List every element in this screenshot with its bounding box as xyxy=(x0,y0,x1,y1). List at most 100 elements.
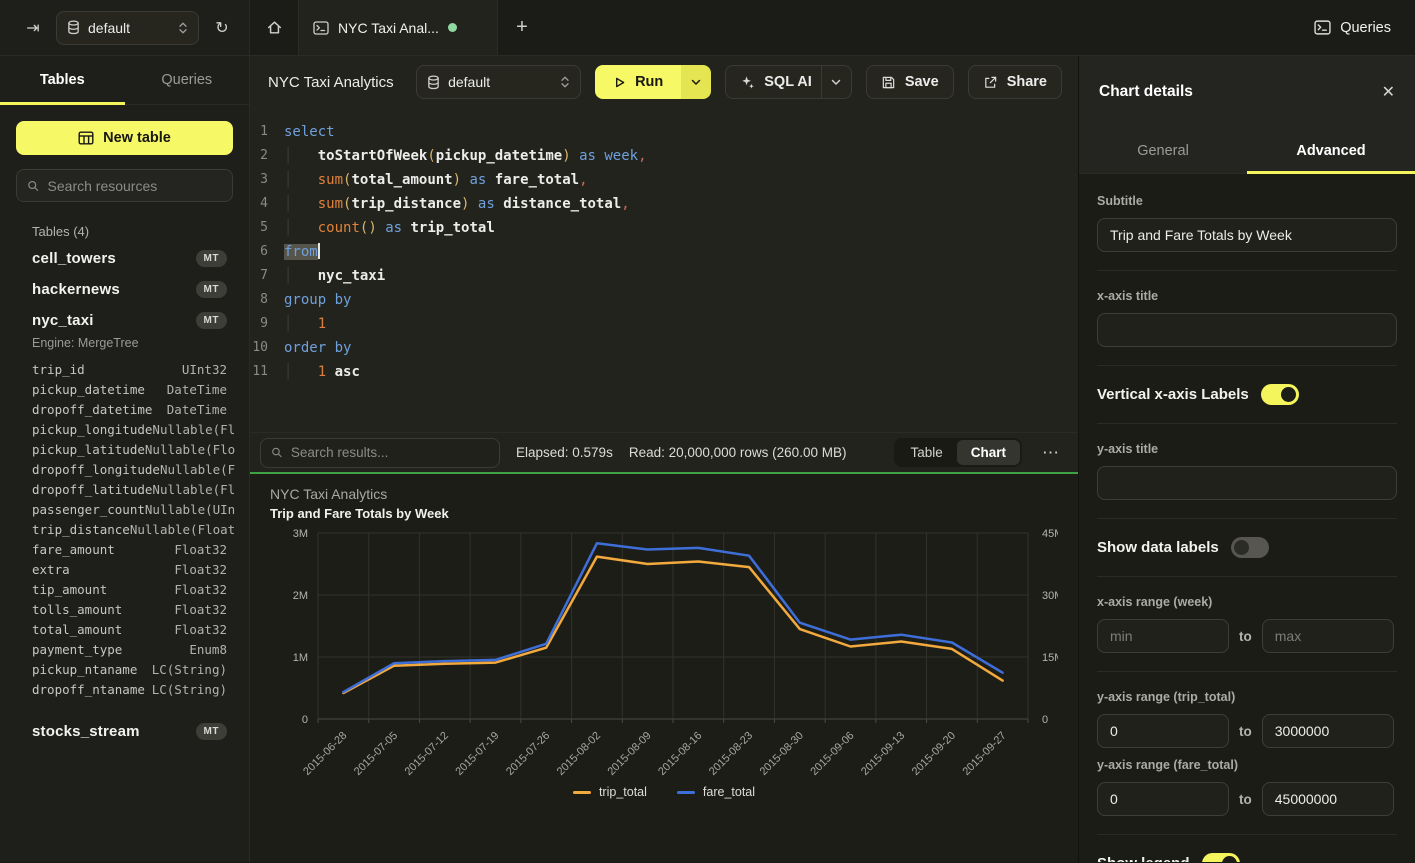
svg-text:15M: 15M xyxy=(1042,652,1058,664)
y-range-fare-min-input[interactable] xyxy=(1097,782,1229,816)
sidebar-tab-queries[interactable]: Queries xyxy=(125,56,250,104)
tab-strip: NYC Taxi Anal... + xyxy=(250,0,1290,55)
column-type: Float32 xyxy=(174,600,227,620)
queries-label: Queries xyxy=(1340,20,1391,36)
code-line[interactable]: 3│ sum(total_amount) as fare_total, xyxy=(250,168,1078,192)
column-name: tolls_amount xyxy=(32,600,122,620)
refresh-icon[interactable]: ↻ xyxy=(209,15,235,41)
sql-ai-button[interactable]: SQL AI xyxy=(725,65,852,99)
sidebar-tab-tables[interactable]: Tables xyxy=(0,56,125,104)
code-line[interactable]: 6from xyxy=(250,240,1078,264)
resources-search[interactable] xyxy=(16,169,233,202)
queries-button[interactable]: Queries xyxy=(1314,20,1391,36)
code-line[interactable]: 5│ count() as trip_total xyxy=(250,216,1078,240)
resources-search-input[interactable] xyxy=(48,178,222,194)
x-range-max-input[interactable] xyxy=(1262,619,1394,653)
top-bar: ⇥ default ↻ NYC Taxi Anal... + Queries xyxy=(0,0,1415,56)
database-icon xyxy=(427,75,440,90)
show-data-labels-toggle[interactable] xyxy=(1231,537,1269,558)
share-icon xyxy=(983,75,998,90)
code-line[interactable]: 8group by xyxy=(250,288,1078,312)
code-content: │ 1 xyxy=(284,312,326,336)
collapse-sidebar-icon[interactable]: ⇥ xyxy=(20,15,46,41)
tab-general[interactable]: General xyxy=(1079,128,1247,173)
toolbar-database-selector[interactable]: default xyxy=(416,65,581,99)
subtitle-input[interactable] xyxy=(1097,218,1397,252)
line-number: 4 xyxy=(250,192,284,216)
y-range-fare-max-input[interactable] xyxy=(1262,782,1394,816)
code-line[interactable]: 2│ toStartOfWeek(pickup_datetime) as wee… xyxy=(250,144,1078,168)
topbar-database-selector[interactable]: default xyxy=(56,11,199,45)
legend-label: trip_total xyxy=(599,785,647,799)
code-content: group by xyxy=(284,288,351,312)
left-sidebar: Tables Queries New table Tables (4) cell… xyxy=(0,56,250,862)
sql-ai-dropdown-caret[interactable] xyxy=(821,66,851,98)
results-search-input[interactable] xyxy=(291,445,489,460)
show-legend-toggle[interactable] xyxy=(1202,853,1240,862)
share-button[interactable]: Share xyxy=(968,65,1062,99)
save-button[interactable]: Save xyxy=(866,65,954,99)
svg-text:2015-09-20: 2015-09-20 xyxy=(910,730,958,778)
text-cursor xyxy=(318,243,320,259)
results-bar: Elapsed: 0.579s Read: 20,000,000 rows (2… xyxy=(250,432,1078,472)
code-line[interactable]: 9│ 1 xyxy=(250,312,1078,336)
view-toggle-chart[interactable]: Chart xyxy=(957,440,1020,465)
line-number: 5 xyxy=(250,216,284,240)
legend-item[interactable]: fare_total xyxy=(677,785,755,799)
code-line[interactable]: 4│ sum(trip_distance) as distance_total, xyxy=(250,192,1078,216)
show-legend-label: Show legend xyxy=(1097,855,1190,862)
sql-editor[interactable]: 1select2│ toStartOfWeek(pickup_datetime)… xyxy=(250,108,1078,432)
new-table-button[interactable]: New table xyxy=(16,121,233,155)
table-name: hackernews xyxy=(32,281,120,298)
x-axis-title-input[interactable] xyxy=(1097,313,1397,347)
tab-nyc-taxi-analytics[interactable]: NYC Taxi Anal... xyxy=(298,0,498,55)
elapsed-stat: Elapsed: 0.579s xyxy=(516,445,613,460)
y-axis-title-label: y-axis title xyxy=(1097,442,1397,456)
y-range-trip-max-input[interactable] xyxy=(1262,714,1394,748)
vertical-x-axis-labels-toggle[interactable] xyxy=(1261,384,1299,405)
table-column-row: tip_amountFloat32 xyxy=(32,580,227,600)
sidebar-item-cell-towers[interactable]: cell_towers MT xyxy=(16,243,233,274)
tab-advanced[interactable]: Advanced xyxy=(1247,128,1415,173)
sidebar-item-nyc-taxi[interactable]: nyc_taxi MT xyxy=(16,305,233,336)
results-search[interactable] xyxy=(260,438,500,468)
svg-text:2015-08-16: 2015-08-16 xyxy=(656,730,704,778)
code-content: │ count() as trip_total xyxy=(284,216,495,240)
run-dropdown-caret[interactable] xyxy=(681,65,711,99)
sidebar-item-stocks-stream[interactable]: stocks_stream MT xyxy=(16,716,233,747)
run-button-main[interactable]: Run xyxy=(595,65,681,99)
panel-tabs: General Advanced xyxy=(1079,128,1415,174)
home-tab[interactable] xyxy=(250,0,298,55)
code-line[interactable]: 1select xyxy=(250,120,1078,144)
legend-swatch xyxy=(677,791,695,794)
x-range-min-input[interactable] xyxy=(1097,619,1229,653)
y-range-trip-min-input[interactable] xyxy=(1097,714,1229,748)
close-icon[interactable]: ✕ xyxy=(1382,82,1395,102)
column-name: passenger_count xyxy=(32,500,145,520)
range-to-label: to xyxy=(1239,724,1252,739)
column-type: Nullable(Fl xyxy=(152,480,235,500)
code-line[interactable]: 11│ 1 asc xyxy=(250,360,1078,384)
table-name: stocks_stream xyxy=(32,723,140,740)
run-button[interactable]: Run xyxy=(595,65,711,99)
subtitle-label: Subtitle xyxy=(1097,194,1397,208)
new-tab-button[interactable]: + xyxy=(498,0,546,55)
more-options-icon[interactable]: ⋯ xyxy=(1038,443,1064,463)
line-chart[interactable]: 3M2M1M045M30M15M02015-06-282015-07-05201… xyxy=(270,521,1058,783)
legend-item[interactable]: trip_total xyxy=(573,785,647,799)
sidebar-item-hackernews[interactable]: hackernews MT xyxy=(16,274,233,305)
topbar-left: ⇥ default ↻ xyxy=(0,0,250,55)
view-toggle-table[interactable]: Table xyxy=(896,440,956,465)
table-column-row: pickup_ntanameLC(String) xyxy=(32,660,227,680)
svg-text:0: 0 xyxy=(302,714,308,726)
column-name: payment_type xyxy=(32,640,122,660)
code-line[interactable]: 7│ nyc_taxi xyxy=(250,264,1078,288)
x-axis-range-row: to xyxy=(1097,619,1397,653)
show-data-labels-label: Show data labels xyxy=(1097,539,1219,556)
sidebar-content: New table Tables (4) cell_towers MT hack… xyxy=(0,105,249,763)
engine-badge: MT xyxy=(196,312,227,329)
show-legend-row: Show legend xyxy=(1097,853,1397,862)
panel-header: Chart details ✕ xyxy=(1079,56,1415,128)
code-line[interactable]: 10order by xyxy=(250,336,1078,360)
y-axis-title-input[interactable] xyxy=(1097,466,1397,500)
